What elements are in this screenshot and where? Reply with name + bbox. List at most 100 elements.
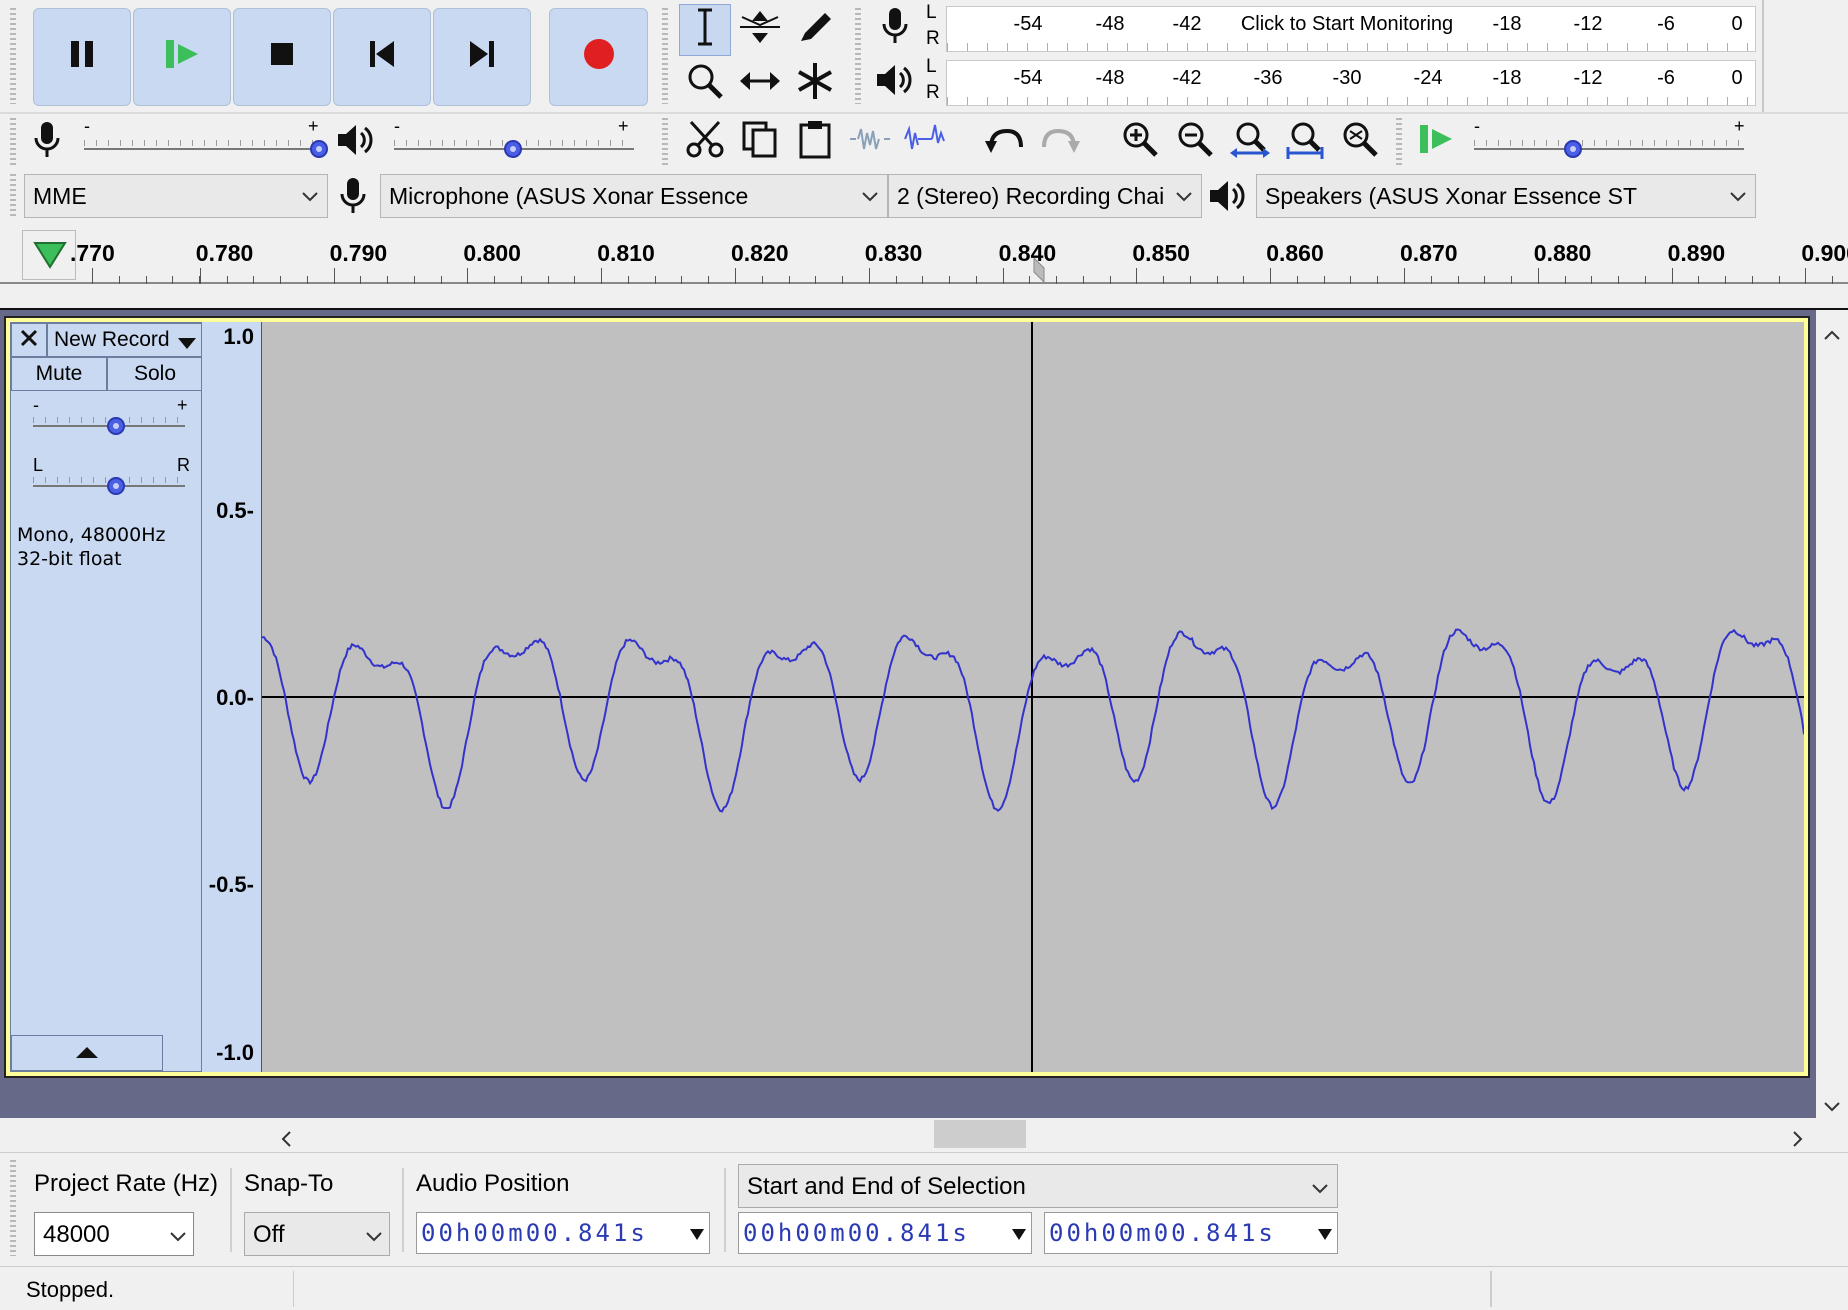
slider-knob[interactable] (107, 477, 125, 495)
stop-button[interactable] (233, 8, 331, 106)
play-at-speed-button[interactable] (1410, 116, 1462, 168)
selection-end-field[interactable]: 00h00m00.841s (1044, 1212, 1338, 1254)
audio-position-field[interactable]: 00h00m00.841s (416, 1212, 710, 1254)
track-format: Mono, 48000Hz (17, 524, 166, 546)
dropdown-triangle-icon[interactable] (1011, 1223, 1027, 1251)
fit-project-button[interactable] (1279, 116, 1331, 168)
fit-selection-button[interactable] (1224, 116, 1276, 168)
scroll-left-icon[interactable] (280, 1128, 292, 1153)
waveform-display[interactable] (262, 322, 1805, 1072)
snap-to-select[interactable]: Off (244, 1212, 390, 1256)
playback-volume-slider[interactable]: - + (390, 116, 640, 164)
scroll-thumb[interactable] (934, 1120, 1026, 1148)
meters-grip[interactable] (855, 8, 861, 104)
playback-meter-button[interactable] (872, 60, 918, 106)
scroll-right-icon[interactable] (1792, 1128, 1804, 1153)
zoom-out-button[interactable] (1169, 116, 1221, 168)
edit-grip[interactable] (662, 118, 668, 168)
mute-button[interactable]: Mute (11, 357, 107, 391)
slider-knob[interactable] (107, 417, 125, 435)
envelope-tool[interactable] (734, 4, 786, 56)
skip-to-end-button[interactable] (433, 8, 531, 106)
track-pan-slider[interactable]: L R (31, 455, 191, 499)
ruler-minor-tick (280, 276, 282, 284)
scale-label: 0.5- (216, 498, 254, 523)
copy-button[interactable] (734, 116, 786, 168)
paste-button[interactable] (789, 116, 841, 168)
ruler-minor-tick (681, 276, 683, 284)
pause-button[interactable] (33, 8, 131, 106)
ruler-label: 0.780 (195, 240, 254, 266)
record-meter[interactable]: -54 -48 -42 Click to Start Monitoring -1… (946, 6, 1756, 52)
skip-end-icon (466, 39, 498, 75)
undo-button[interactable] (979, 116, 1031, 168)
zoom-toggle-button[interactable] (1334, 116, 1386, 168)
solo-button[interactable]: Solo (107, 357, 203, 391)
ruler-minor-tick (1564, 276, 1566, 284)
slider-knob[interactable] (1564, 140, 1582, 158)
zoom-in-button[interactable] (1114, 116, 1166, 168)
ruler-tick (1404, 268, 1405, 284)
close-track-button[interactable] (11, 323, 47, 357)
ruler-minor-tick (1082, 276, 1084, 284)
silence-button[interactable] (899, 116, 951, 168)
timeline-options-button[interactable] (22, 230, 76, 280)
cut-button[interactable] (679, 116, 731, 168)
project-rate-select[interactable]: 48000 (34, 1212, 194, 1256)
multi-tool[interactable] (789, 58, 841, 110)
slider-knob[interactable] (310, 140, 328, 158)
redo-button[interactable] (1034, 116, 1086, 168)
selection-mode-select[interactable]: Start and End of Selection (738, 1164, 1338, 1208)
status-bar: Stopped. (0, 1266, 1848, 1310)
scroll-up-icon[interactable] (1824, 322, 1840, 347)
chevron-down-icon (301, 185, 319, 213)
play-at-speed-grip[interactable] (1396, 118, 1402, 168)
ruler-tick (333, 268, 335, 284)
recording-volume-slider[interactable]: - + (80, 116, 335, 164)
click-to-start-monitoring[interactable]: Click to Start Monitoring (1241, 13, 1453, 36)
ruler-minor-tick (118, 276, 120, 284)
ruler-minor-tick (654, 276, 656, 284)
device-grip[interactable] (10, 174, 16, 218)
redo-icon (1038, 121, 1082, 163)
mixer-grip[interactable] (10, 118, 16, 168)
meter-tick: -12 (1573, 67, 1603, 89)
horizontal-scrollbar[interactable] (262, 1118, 1816, 1150)
collapse-track-button[interactable] (11, 1035, 163, 1071)
dropdown-triangle-icon[interactable] (689, 1223, 705, 1251)
scale-label: -0.5- (208, 872, 254, 897)
zoom-in-icon (1120, 119, 1160, 165)
track-gain-slider[interactable]: - + (31, 395, 191, 441)
selection-grip[interactable] (10, 1160, 16, 1256)
dropdown-triangle-icon[interactable] (1317, 1223, 1333, 1251)
recording-channels-select[interactable]: 2 (Stereo) Recording Chai (888, 174, 1202, 218)
play-button[interactable] (133, 8, 231, 106)
ruler-minor-tick (1056, 276, 1058, 284)
record-meter-button[interactable] (872, 6, 918, 52)
close-icon (20, 328, 38, 353)
toolbar-grip[interactable] (10, 8, 16, 104)
record-button[interactable] (549, 8, 648, 106)
slider-knob[interactable] (504, 140, 522, 158)
audio-host-select[interactable]: MME (24, 174, 328, 218)
trim-button[interactable] (844, 116, 896, 168)
ruler-minor-tick (1109, 276, 1111, 284)
vertical-scrollbar[interactable] (1816, 314, 1848, 1118)
ruler-minor-tick (172, 276, 174, 284)
track-name-menu[interactable]: New Record (47, 323, 203, 357)
playback-device-select[interactable]: Speakers (ASUS Xonar Essence ST (1256, 174, 1756, 218)
time-shift-tool[interactable] (734, 58, 786, 110)
tools-grip[interactable] (662, 8, 668, 104)
recording-device-select[interactable]: Microphone (ASUS Xonar Essence (380, 174, 888, 218)
skip-to-start-button[interactable] (333, 8, 431, 106)
zoom-tool[interactable] (679, 58, 731, 110)
play-speed-slider[interactable]: - + (1470, 116, 1752, 164)
ruler-minor-tick (1350, 276, 1352, 284)
selection-start-field[interactable]: 00h00m00.841s (738, 1212, 1032, 1254)
scroll-down-icon[interactable] (1824, 1094, 1840, 1119)
microphone-icon (32, 120, 62, 166)
track-info: Mono, 48000Hz 32-bit float (17, 523, 165, 571)
draw-tool[interactable] (789, 4, 841, 56)
selection-tool[interactable] (679, 4, 731, 56)
playback-meter[interactable]: -54 -48 -42 -36 -30 -24 -18 -12 -6 0 (946, 60, 1756, 106)
